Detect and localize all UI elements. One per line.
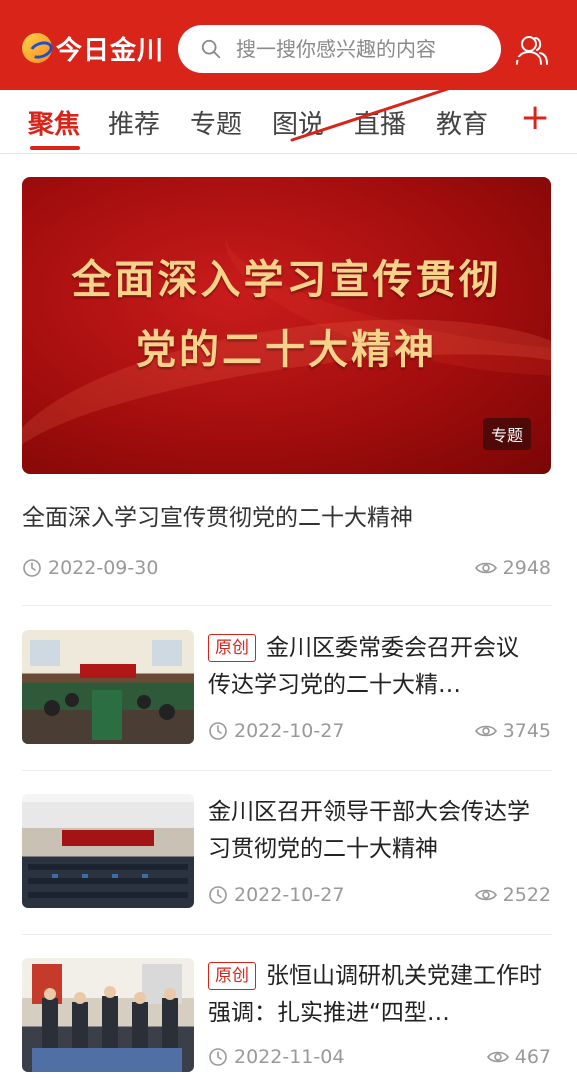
date-text: 2022-09-30 bbox=[48, 557, 159, 579]
eye-icon bbox=[474, 562, 497, 574]
clock-icon bbox=[209, 886, 227, 904]
search-input[interactable] bbox=[236, 37, 476, 61]
article-title[interactable]: 原创 张恒山调研机关党建工作时强调：扎实推进“四型… bbox=[208, 958, 548, 1032]
topic-badge: 专题 bbox=[482, 418, 531, 450]
article-title[interactable]: 原创 金川区委常委会召开会议 传达学习党的二十大精… bbox=[208, 630, 548, 704]
article-date: 2022-11-04 bbox=[208, 1046, 344, 1068]
clock-icon bbox=[209, 722, 227, 740]
user-icon[interactable] bbox=[514, 32, 550, 68]
featured-views: 2948 bbox=[474, 557, 551, 579]
views-count: 2522 bbox=[502, 884, 551, 906]
search-bar[interactable] bbox=[178, 25, 501, 73]
article-thumbnail-meeting[interactable] bbox=[22, 630, 194, 744]
date-text: 2022-10-27 bbox=[234, 884, 345, 906]
plus-icon[interactable]: + bbox=[520, 98, 550, 138]
search-icon bbox=[201, 39, 221, 59]
featured-date: 2022-09-30 bbox=[22, 557, 158, 579]
views-count: 467 bbox=[514, 1046, 551, 1068]
original-badge: 原创 bbox=[208, 634, 256, 662]
article-title-text: 张恒山调研机关党建工作时强调：扎实推进“四型… bbox=[208, 963, 542, 1026]
eye-icon bbox=[474, 889, 497, 901]
divider bbox=[22, 605, 552, 606]
tab-recommend[interactable]: 推荐 bbox=[108, 104, 160, 141]
featured-title[interactable]: 全面深入学习宣传贯彻党的二十大精神 bbox=[22, 498, 413, 532]
tab-live[interactable]: 直播 bbox=[354, 104, 406, 141]
tab-education[interactable]: 教育 bbox=[436, 104, 488, 141]
divider bbox=[22, 934, 552, 935]
clock-icon bbox=[23, 559, 41, 577]
active-tab-indicator bbox=[30, 146, 80, 150]
article-views: 467 bbox=[486, 1046, 551, 1068]
channel-tabs: 聚焦 推荐 专题 图说 直播 教育 + bbox=[0, 90, 577, 154]
divider bbox=[22, 770, 552, 771]
logo-icon bbox=[22, 33, 52, 63]
views-count: 3745 bbox=[502, 720, 551, 742]
banner-headline-line1: 全面深入学习宣传贯彻 bbox=[71, 256, 502, 303]
logo-text: 今日金川 bbox=[56, 35, 165, 66]
date-text: 2022-11-04 bbox=[234, 1046, 345, 1068]
tab-focus[interactable]: 聚焦 bbox=[28, 104, 80, 141]
tab-topics[interactable]: 专题 bbox=[190, 104, 242, 141]
banner-headline-line2: 党的二十大精神 bbox=[136, 326, 437, 373]
article-date: 2022-10-27 bbox=[208, 720, 344, 742]
article-views: 3745 bbox=[474, 720, 551, 742]
article-thumbnail-conference[interactable] bbox=[22, 794, 194, 908]
article-title[interactable]: 金川区召开领导干部大会传达学习贯彻党的二十大精神 bbox=[208, 794, 548, 868]
app-header: 今日金川 bbox=[0, 0, 577, 90]
featured-banner[interactable]: 全面深入学习宣传贯彻 党的二十大精神 专题 bbox=[22, 177, 551, 474]
views-count: 2948 bbox=[502, 557, 551, 579]
eye-icon bbox=[474, 725, 497, 737]
date-text: 2022-10-27 bbox=[234, 720, 345, 742]
tab-pictures[interactable]: 图说 bbox=[272, 104, 324, 141]
clock-icon bbox=[209, 1048, 227, 1066]
app-logo[interactable]: 今日金川 bbox=[22, 28, 164, 68]
article-views: 2522 bbox=[474, 884, 551, 906]
eye-icon bbox=[486, 1051, 509, 1063]
article-date: 2022-10-27 bbox=[208, 884, 344, 906]
article-thumbnail-visit[interactable] bbox=[22, 958, 194, 1072]
original-badge: 原创 bbox=[208, 962, 256, 990]
